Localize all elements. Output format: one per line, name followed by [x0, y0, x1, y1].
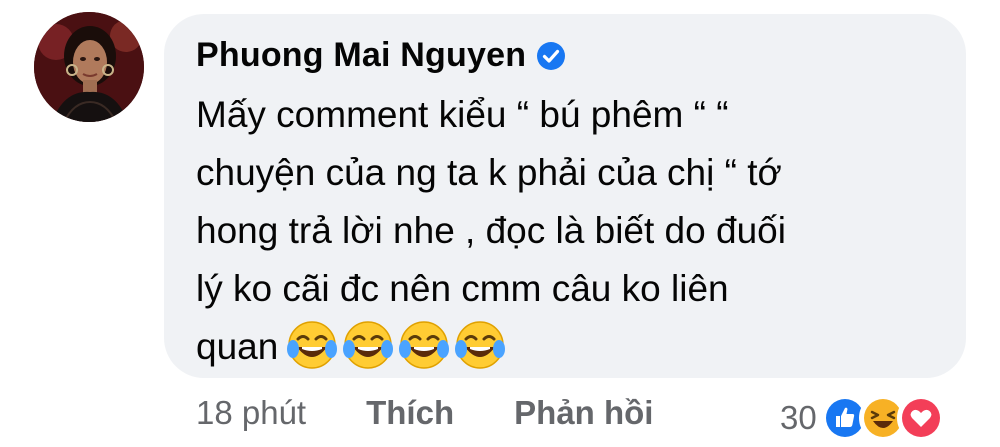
comment-line: quan [196, 326, 279, 367]
comment-actions: 18 phút Thích Phản hồi [196, 394, 653, 432]
reaction-summary[interactable]: 30 [780, 394, 945, 442]
timestamp-link[interactable]: 18 phút [196, 394, 306, 432]
tears-of-joy-icon [455, 321, 506, 369]
comment-line: Mấy comment kiểu “ bú phêm “ “ [196, 94, 729, 135]
comment-line-last: quan [196, 318, 916, 376]
author-row: Phuong Mai Nguyen [196, 36, 566, 75]
reply-button[interactable]: Phản hồi [514, 394, 653, 432]
tears-of-joy-icon [343, 321, 394, 369]
avatar-image [34, 12, 144, 122]
love-reaction-icon [896, 394, 945, 442]
comment-line: lý ko cãi đc nên cmm câu ko liên [196, 268, 729, 309]
comment-text: Mấy comment kiểu “ bú phêm “ “ chuyện củ… [196, 86, 916, 376]
verified-badge-icon [537, 41, 566, 70]
tears-of-joy-icon [287, 321, 338, 369]
comment-bubble: Phuong Mai Nguyen Mấy comment kiểu “ bú … [164, 14, 966, 378]
comment-line: hong trả lời nhe , đọc là biết do đuối [196, 210, 786, 251]
like-button[interactable]: Thích [366, 394, 454, 432]
author-name[interactable]: Phuong Mai Nguyen [196, 36, 526, 75]
avatar[interactable] [34, 12, 144, 122]
tears-of-joy-icon [399, 321, 450, 369]
comment-thread: Phuong Mai Nguyen Mấy comment kiểu “ bú … [0, 0, 1000, 447]
emoji-row [286, 319, 510, 371]
reaction-count[interactable]: 30 [780, 399, 817, 437]
comment-line: chuyện của ng ta k phải của chị “ tớ [196, 152, 782, 193]
